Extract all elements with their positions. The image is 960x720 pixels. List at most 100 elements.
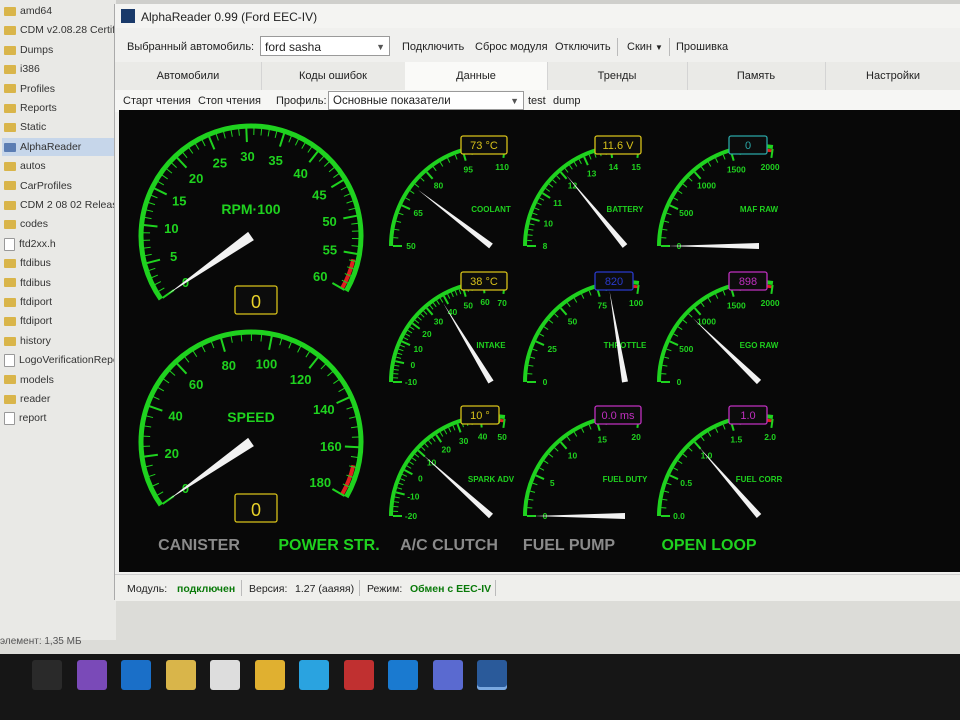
- gauges-canvas: 051015202530354045505560RPM·100002040608…: [138, 123, 782, 554]
- explorer-item[interactable]: CarProfiles: [2, 177, 116, 195]
- tab-memory[interactable]: Память: [687, 62, 826, 90]
- tab-trends[interactable]: Тренды: [547, 62, 688, 90]
- ego-gauge-tick: [677, 326, 683, 331]
- reset-module-button[interactable]: Сброс модуля: [475, 41, 548, 53]
- toolbar-separator: [669, 38, 670, 56]
- connect-button[interactable]: Подключить: [402, 41, 464, 53]
- explorer-item[interactable]: autos: [2, 157, 116, 175]
- intake-gauge-tick: [420, 313, 425, 318]
- version-label: Версия:: [249, 583, 288, 595]
- explorer-item[interactable]: CDM v2.08.28 Certified: [2, 21, 116, 39]
- rpm-gauge-tick: [323, 161, 330, 167]
- explorer-item[interactable]: reader: [2, 390, 116, 408]
- task-view-icon[interactable]: [32, 660, 62, 690]
- explorer-item[interactable]: models: [2, 371, 116, 389]
- explorer-item[interactable]: i386: [2, 60, 116, 78]
- intake-gauge-tick: [429, 305, 434, 310]
- battery-gauge-tick: [552, 179, 557, 184]
- rpm-gauge-tick: [158, 287, 165, 292]
- teamviewer-icon[interactable]: [121, 660, 151, 690]
- folder-icon: [4, 258, 16, 268]
- explorer-item-label: reader: [20, 393, 51, 405]
- throttle-badge: 820: [605, 276, 623, 288]
- tab-data[interactable]: Данные: [405, 62, 548, 90]
- rpm-gauge-tick: [328, 167, 335, 173]
- speed-gauge-tick: [148, 473, 156, 478]
- speed-gauge-tick-label: 180: [309, 475, 331, 490]
- alphareader-icon[interactable]: [477, 660, 507, 690]
- rpm-gauge-tick-label: 30: [240, 149, 254, 164]
- explorer-item[interactable]: Profiles: [2, 80, 116, 98]
- explorer-item[interactable]: ftdibus: [2, 254, 116, 272]
- test-button[interactable]: test: [528, 95, 546, 107]
- start-reading-button[interactable]: Старт чтения: [123, 95, 191, 107]
- app-logo-icon: [121, 9, 135, 23]
- rpm-gauge-tick: [308, 150, 319, 163]
- stop-reading-button[interactable]: Стоп чтения: [198, 95, 261, 107]
- fuelduty-gauge-tick: [559, 441, 568, 450]
- tab-error-codes[interactable]: Коды ошибок: [261, 62, 406, 90]
- battery-gauge-tick: [527, 234, 533, 236]
- battery-gauge-tick: [530, 217, 540, 222]
- explorer-item[interactable]: Dumps: [2, 41, 116, 59]
- explorer-item[interactable]: CDM 2 08 02 Release: [2, 196, 116, 214]
- intake-gauge-tick-label: 10: [413, 344, 423, 354]
- explorer-item[interactable]: Static: [2, 118, 116, 136]
- tab-cars[interactable]: Автомобили: [115, 62, 262, 90]
- profile-select[interactable]: Основные показатели ▼: [328, 91, 524, 110]
- throttle-gauge-tick-label: 75: [598, 300, 608, 310]
- viber-icon[interactable]: [76, 660, 107, 690]
- rpm-gauge-tick-label: 5: [170, 249, 177, 264]
- spark-gauge-tick-label: 20: [442, 445, 452, 455]
- torrent-icon[interactable]: [432, 660, 463, 690]
- car-select[interactable]: ford sasha ▼: [260, 36, 390, 56]
- skin-menu-button[interactable]: Скин ▼: [627, 41, 663, 53]
- explorer-item[interactable]: report: [2, 409, 116, 427]
- chrome-icon[interactable]: [254, 660, 285, 690]
- explorer-item[interactable]: Reports: [2, 99, 116, 117]
- rpm-gauge-tick: [343, 250, 358, 255]
- telegram-icon[interactable]: [299, 660, 329, 690]
- toolbar: Выбранный автомобиль: ford sasha ▼ Подкл…: [115, 32, 960, 62]
- maf-gauge-tick: [700, 166, 705, 172]
- intake-gauge-tick: [397, 352, 403, 356]
- dump-button[interactable]: dump: [553, 95, 581, 107]
- ego-gauge-needle: [692, 318, 762, 385]
- fuelduty-gauge-label: FUEL DUTY: [603, 475, 648, 484]
- firmware-button[interactable]: Прошивка: [676, 41, 728, 53]
- fuelcorr-gauge-tick: [715, 427, 719, 433]
- explorer-item[interactable]: LogoVerificationReport: [2, 351, 116, 369]
- explorer-item-label: Profiles: [20, 82, 56, 95]
- explorer-item[interactable]: ftdiport: [2, 293, 116, 311]
- file-explorer-icon[interactable]: [165, 660, 196, 690]
- tab-settings[interactable]: Настройки: [825, 62, 960, 90]
- speed-gauge-tick-label: 80: [222, 358, 236, 373]
- speed-gauge-tick: [144, 425, 152, 428]
- rpm-gauge-tick-label: 40: [293, 166, 307, 181]
- explorer-item[interactable]: ftd2xx.h: [2, 235, 116, 253]
- rpm-gauge-needle: [168, 231, 254, 295]
- spark-gauge-tick: [393, 501, 400, 503]
- file-icon: [4, 353, 15, 367]
- intake-gauge-tick: [414, 319, 420, 324]
- fuelcorr-gauge-tick-label: 2.0: [764, 432, 776, 442]
- ego-gauge-tick: [770, 284, 774, 295]
- rpm-gauge-tick: [351, 222, 359, 225]
- explorer-item[interactable]: codes: [2, 215, 116, 233]
- explorer-item[interactable]: ftdibus: [2, 274, 116, 292]
- indicator-open-loop: OPEN LOOP: [661, 537, 756, 554]
- edge-icon[interactable]: [388, 660, 418, 690]
- explorer-item[interactable]: AlphaReader: [2, 137, 116, 156]
- explorer-item[interactable]: ftdiport: [2, 312, 116, 330]
- explorer-item[interactable]: amd64: [2, 2, 116, 20]
- disconnect-button[interactable]: Отключить: [555, 41, 611, 53]
- fuelduty-gauge-tick-label: 10: [568, 451, 578, 461]
- speed-gauge-tick: [230, 335, 233, 343]
- rpm-gauge-tick: [333, 173, 340, 178]
- ego-gauge-tick: [700, 302, 705, 308]
- media-icon[interactable]: [343, 660, 374, 690]
- mail-icon[interactable]: [210, 660, 240, 690]
- explorer-item[interactable]: history: [2, 332, 116, 350]
- speed-gauge-tick: [201, 345, 206, 353]
- intake-gauge-tick: [395, 360, 405, 365]
